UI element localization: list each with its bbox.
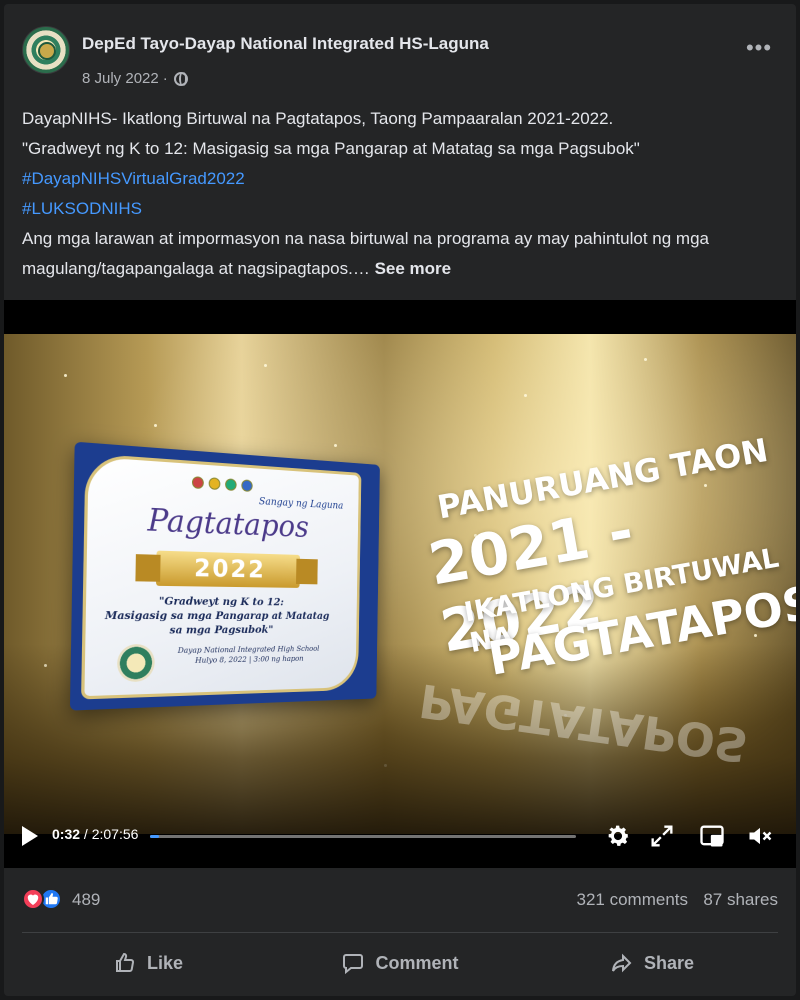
comments-count[interactable]: 321 comments — [577, 890, 689, 910]
current-time: 0:32 — [52, 826, 81, 842]
comment-label: Comment — [375, 952, 459, 973]
post-text-line: "Gradweyt ng K to 12: Masigasig sa mga P… — [22, 139, 640, 158]
globe-icon — [173, 71, 188, 86]
post-actions: Like Comment Share — [22, 938, 778, 988]
like-label: Like — [146, 952, 184, 973]
post-stats: 489 321 comments 87 shares — [22, 880, 778, 920]
heart-icon — [27, 894, 39, 905]
like-button[interactable]: Like — [22, 938, 274, 988]
video-title-overlay: PANURUANG TAON 2021 - 2022 IKATLONG BIRT… — [396, 334, 796, 729]
duration: 2:07:56 — [91, 826, 139, 842]
more-options-icon[interactable]: ••• — [744, 37, 774, 59]
post-text-line-end: magulang/tagapangalaga at nagsipagtapos.… — [22, 259, 370, 278]
video-player[interactable]: Sangay ng Laguna Pagtatapos 2022 "Gradwe… — [4, 300, 796, 868]
muted-speaker-icon[interactable] — [746, 822, 774, 850]
page-avatar[interactable] — [22, 26, 70, 74]
shares-count[interactable]: 87 shares — [703, 890, 778, 910]
certificate-paper: Sangay ng Laguna Pagtatapos 2022 "Gradwe… — [81, 453, 362, 700]
post-body: DayapNIHS- Ikatlong Birtuwal na Pagtatap… — [22, 104, 782, 284]
picture-in-picture-icon[interactable] — [698, 822, 726, 850]
love-reaction-icon[interactable] — [22, 888, 44, 910]
comment-button[interactable]: Comment — [274, 938, 526, 988]
share-label: Share — [643, 952, 695, 973]
post-text-line: Ang mga larawan at impormasyon na nasa b… — [22, 229, 709, 248]
progress-fill — [150, 835, 159, 838]
share-button[interactable]: Share — [526, 938, 778, 988]
certificate-theme-line: "Gradweyt ng K to 12: — [158, 595, 284, 609]
post-date[interactable]: 8 July 2022 — [82, 70, 159, 87]
certificate-year: 2022 — [193, 553, 266, 584]
reactions-count[interactable]: 489 — [72, 890, 100, 910]
progress-bar[interactable] — [150, 835, 576, 838]
video-controls: 0:32 / 2:07:56 — [4, 816, 796, 856]
post-text-line: magulang/tagapangalaga at nagsipagtapos.… — [22, 254, 782, 284]
share-arrow-icon — [611, 953, 632, 973]
post-header: DepEd Tayo-Dayap National Integrated HS-… — [22, 26, 778, 96]
certificate-theme-line: Masigasig sa mga Pangarap at Matatag sa … — [104, 609, 330, 637]
school-seal-icon — [38, 42, 56, 60]
page-name-link[interactable]: DepEd Tayo-Dayap National Integrated HS-… — [82, 34, 489, 54]
hashtag-link[interactable]: #DayapNIHSVirtualGrad2022 — [22, 164, 782, 194]
school-logo-icon — [116, 643, 155, 683]
gear-icon[interactable] — [604, 822, 632, 850]
certificate-theme: "Gradweyt ng K to 12: Masigasig sa mga P… — [101, 594, 333, 639]
expand-icon[interactable] — [648, 822, 676, 850]
play-icon[interactable] — [22, 826, 38, 846]
actions-divider — [22, 932, 778, 933]
graduation-certificate: Sangay ng Laguna Pagtatapos 2022 "Gradwe… — [69, 441, 380, 711]
comment-bubble-icon — [343, 954, 364, 975]
certificate-school: Dayap National Integrated High School Hu… — [163, 644, 332, 667]
post-card: DepEd Tayo-Dayap National Integrated HS-… — [4, 4, 796, 996]
thumbs-up-icon — [45, 893, 58, 905]
thumbs-up-icon — [115, 952, 134, 972]
meta-separator: · — [162, 70, 168, 87]
see-more-link[interactable]: See more — [375, 259, 452, 278]
post-text-line: DayapNIHS- Ikatlong Birtuwal na Pagtatap… — [22, 109, 614, 128]
hashtag-link[interactable]: #LUKSODNIHS — [22, 194, 782, 224]
certificate-ribbon: 2022 — [155, 550, 301, 588]
certificate-seals — [191, 476, 253, 492]
time-separator: / — [83, 826, 88, 842]
video-time: 0:32 / 2:07:56 — [52, 826, 138, 842]
video-frame[interactable]: Sangay ng Laguna Pagtatapos 2022 "Gradwe… — [4, 334, 796, 834]
post-meta: 8 July 2022 · — [82, 70, 188, 87]
